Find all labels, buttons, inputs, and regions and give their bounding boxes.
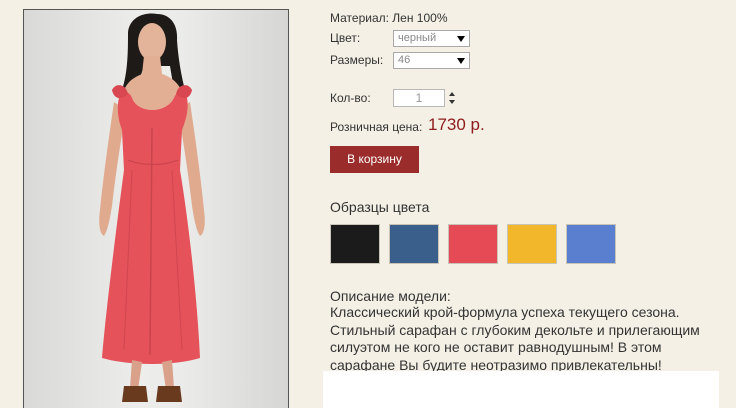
description-text: Классический крой-формула успеха текущег… — [330, 304, 700, 373]
model-in-red-dress-image — [99, 13, 205, 402]
size-select-value: 46 — [398, 54, 411, 66]
color-select[interactable]: черный — [393, 30, 470, 47]
price-label: Розничная цена: — [330, 120, 423, 134]
color-swatch-yellow[interactable] — [507, 224, 557, 264]
quantity-label: Кол-во: — [330, 91, 371, 105]
description-title: Описание модели: — [330, 288, 451, 304]
stepper-up-icon[interactable] — [449, 92, 455, 96]
color-swatch-black[interactable] — [330, 224, 380, 264]
color-label: Цвет: — [330, 31, 361, 45]
size-select[interactable]: 46 — [393, 52, 470, 69]
blank-panel — [323, 371, 719, 408]
stepper-down-icon[interactable] — [449, 100, 455, 104]
color-swatch-red[interactable] — [448, 224, 498, 264]
color-swatch-blue[interactable] — [566, 224, 616, 264]
quantity-stepper[interactable] — [449, 92, 457, 106]
dropdown-arrow-icon — [457, 36, 465, 42]
color-samples-title: Образцы цвета — [330, 199, 430, 215]
color-select-value: черный — [398, 32, 437, 44]
dropdown-arrow-icon — [457, 58, 465, 64]
add-to-cart-button[interactable]: В корзину — [330, 146, 419, 173]
quantity-input[interactable]: 1 — [393, 89, 445, 107]
size-label: Размеры: — [330, 53, 384, 67]
material-text: Материал: Лен 100% — [330, 11, 448, 25]
color-swatch-navy[interactable] — [389, 224, 439, 264]
price-value: 1730 р. — [428, 115, 485, 134]
product-photo[interactable] — [23, 9, 289, 408]
